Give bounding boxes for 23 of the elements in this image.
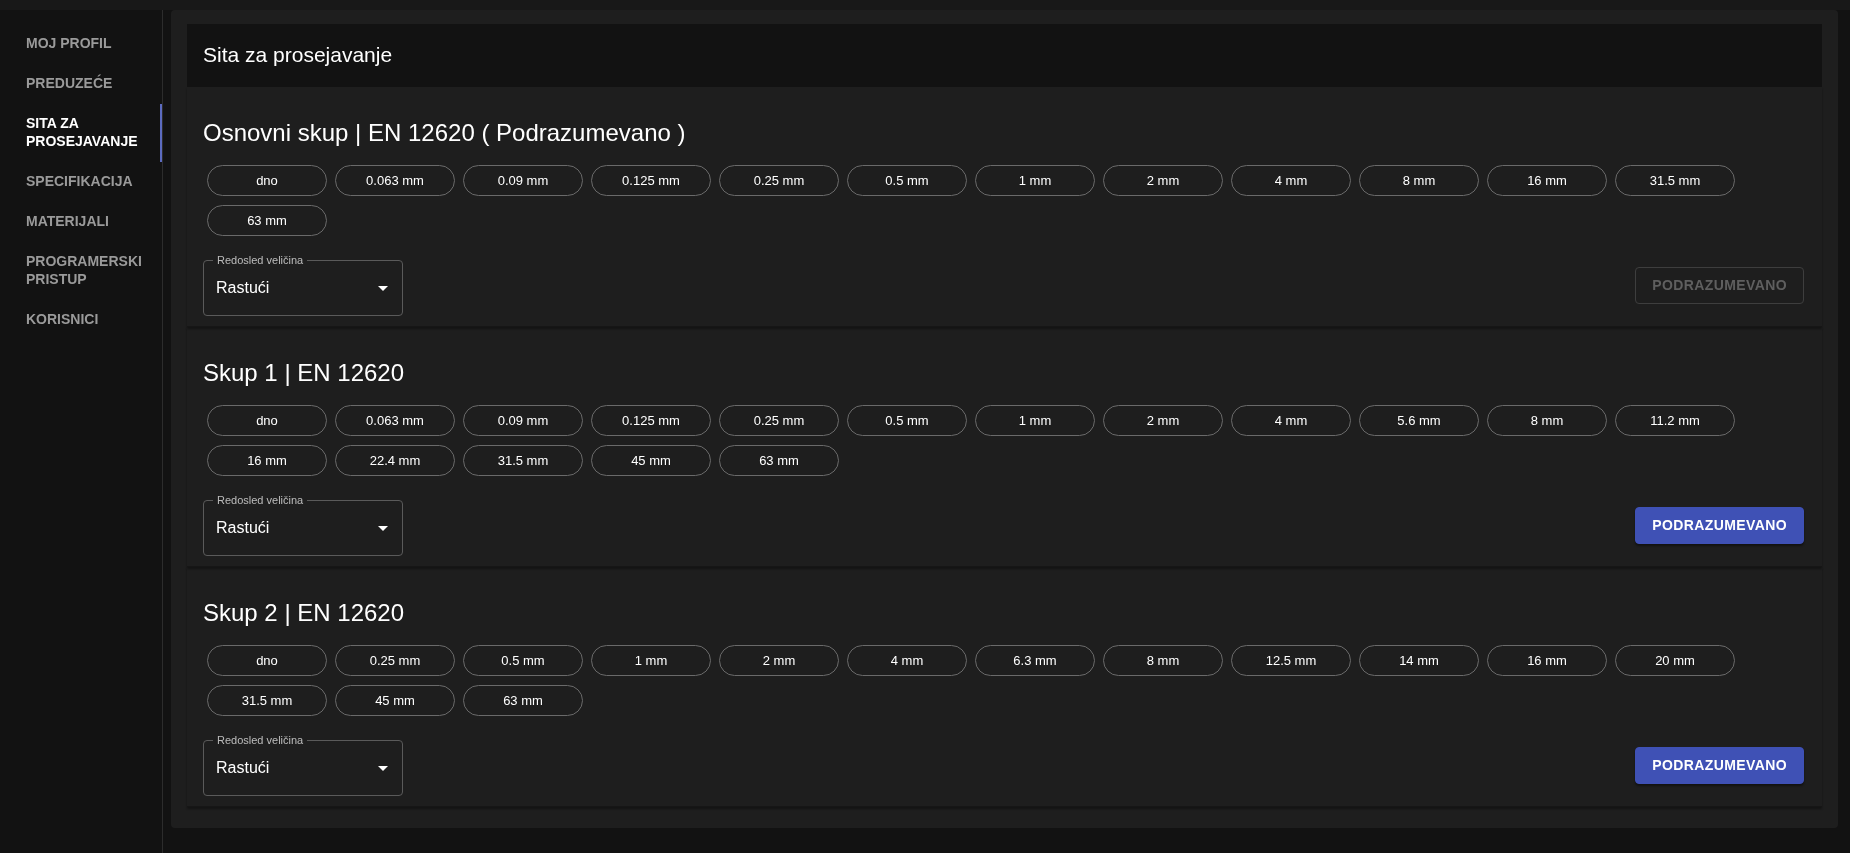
dropdown-caret-icon	[378, 525, 388, 531]
select-label: Redosled veličina	[213, 253, 308, 267]
default-button[interactable]: PODRAZUMEVANO	[1635, 746, 1804, 784]
set-title: Osnovni skup | EN 12620 ( Podrazumevano )	[203, 119, 687, 147]
sidebar-item[interactable]: SPECIFIKACIJA	[0, 162, 162, 202]
select-value: Rastući	[216, 759, 271, 777]
select-value: Rastući	[216, 279, 271, 297]
select-value: Rastući	[216, 519, 271, 537]
sidebar-item[interactable]: SITA ZA PROSEJAVANJE	[0, 104, 162, 162]
sidebar-item[interactable]: MATERIJALI	[0, 202, 162, 242]
sidebar-item[interactable]: MOJ PROFIL	[0, 24, 162, 64]
dropdown-caret-icon	[378, 765, 388, 771]
sidebar-item[interactable]: KORISNICI	[0, 300, 162, 340]
select-label: Redosled veličina	[213, 733, 308, 747]
page-title: Sita za prosejavanje	[187, 24, 1822, 87]
set-title: Skup 2 | EN 12620	[203, 599, 406, 627]
sidebar-item[interactable]: PREDUZEĆE	[0, 64, 162, 104]
set-title: Skup 1 | EN 12620	[203, 359, 406, 387]
select-label: Redosled veličina	[213, 493, 308, 507]
default-button[interactable]: PODRAZUMEVANO	[1635, 506, 1804, 544]
dropdown-caret-icon	[378, 285, 388, 291]
sidebar-item[interactable]: PROGRAMERSKI PRISTUP	[0, 242, 162, 300]
sieve-chip: 31.5 mm	[207, 685, 327, 716]
